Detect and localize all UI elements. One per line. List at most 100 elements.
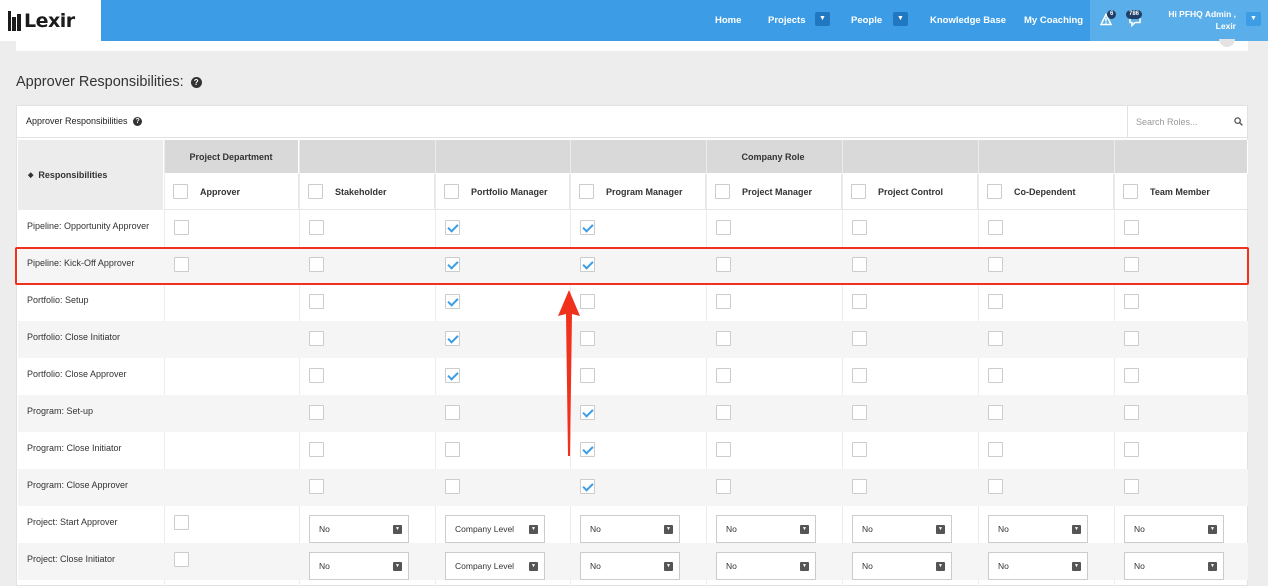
- role-level-select[interactable]: No ▼: [580, 552, 680, 580]
- select-all-checkbox[interactable]: [173, 184, 188, 199]
- responsibility-checkbox[interactable]: [1124, 479, 1139, 494]
- responsibility-checkbox[interactable]: [1124, 331, 1139, 346]
- responsibility-checkbox[interactable]: [988, 405, 1003, 420]
- responsibility-checkbox[interactable]: [309, 479, 324, 494]
- responsibility-checkbox[interactable]: [716, 368, 731, 383]
- responsibility-checkbox[interactable]: [309, 257, 324, 272]
- select-all-checkbox[interactable]: [444, 184, 459, 199]
- responsibility-checkbox[interactable]: [852, 442, 867, 457]
- responsibility-checkbox[interactable]: [852, 294, 867, 309]
- responsibility-checkbox[interactable]: [445, 220, 460, 235]
- nav-projects[interactable]: Projects: [768, 0, 806, 41]
- responsibility-checkbox[interactable]: [852, 220, 867, 235]
- role-level-select[interactable]: No ▼: [1124, 552, 1224, 580]
- responsibility-checkbox[interactable]: [852, 405, 867, 420]
- nav-my-coaching[interactable]: My Coaching: [1024, 0, 1083, 41]
- role-level-select[interactable]: No ▼: [716, 515, 816, 543]
- select-all-checkbox[interactable]: [579, 184, 594, 199]
- select-all-checkbox[interactable]: [987, 184, 1002, 199]
- responsibility-checkbox[interactable]: [309, 294, 324, 309]
- responsibility-checkbox[interactable]: [309, 368, 324, 383]
- user-greeting[interactable]: Hi PFHQ Admin ,: [1168, 9, 1236, 19]
- responsibility-checkbox[interactable]: [1124, 294, 1139, 309]
- role-level-select[interactable]: No ▼: [309, 515, 409, 543]
- responsibility-checkbox[interactable]: [580, 257, 595, 272]
- role-level-select[interactable]: No ▼: [852, 515, 952, 543]
- nav-knowledge-base[interactable]: Knowledge Base: [930, 0, 1006, 41]
- nav-people[interactable]: People: [851, 0, 882, 41]
- people-dropdown-icon[interactable]: ▼: [893, 12, 908, 26]
- responsibility-checkbox[interactable]: [988, 220, 1003, 235]
- column-header-label: Project Manager: [742, 186, 813, 197]
- responsibility-checkbox[interactable]: [716, 220, 731, 235]
- responsibility-checkbox[interactable]: [580, 442, 595, 457]
- responsibility-checkbox[interactable]: [1124, 220, 1139, 235]
- responsibility-checkbox[interactable]: [580, 368, 595, 383]
- role-level-select[interactable]: No ▼: [852, 552, 952, 580]
- responsibility-checkbox[interactable]: [445, 257, 460, 272]
- responsibility-checkbox[interactable]: [309, 442, 324, 457]
- responsibility-checkbox[interactable]: [309, 405, 324, 420]
- help-icon[interactable]: ?: [190, 77, 202, 88]
- role-level-select[interactable]: No ▼: [716, 552, 816, 580]
- role-level-select[interactable]: No ▼: [580, 515, 680, 543]
- lexir-logo[interactable]: Lexir: [0, 0, 101, 41]
- role-level-select[interactable]: No ▼: [988, 515, 1088, 543]
- responsibility-checkbox[interactable]: [852, 331, 867, 346]
- user-company[interactable]: Lexir: [1216, 21, 1236, 31]
- responsibility-checkbox[interactable]: [309, 220, 324, 235]
- responsibility-checkbox[interactable]: [716, 331, 731, 346]
- responsibility-checkbox[interactable]: [988, 442, 1003, 457]
- select-all-checkbox[interactable]: [851, 184, 866, 199]
- responsibility-checkbox[interactable]: [445, 294, 460, 309]
- select-all-checkbox[interactable]: [1123, 184, 1138, 199]
- responsibility-checkbox[interactable]: [445, 479, 460, 494]
- responsibility-checkbox[interactable]: [716, 479, 731, 494]
- search-roles-input[interactable]: [1128, 106, 1228, 137]
- role-level-select[interactable]: Company Level ▼: [445, 515, 545, 543]
- panel-help-icon[interactable]: ?: [133, 117, 143, 126]
- nav-home[interactable]: Home: [715, 0, 741, 41]
- responsibility-checkbox[interactable]: [1124, 405, 1139, 420]
- approver-checkbox[interactable]: [174, 552, 189, 567]
- responsibility-checkbox[interactable]: [988, 257, 1003, 272]
- responsibility-checkbox[interactable]: [580, 331, 595, 346]
- responsibility-checkbox[interactable]: [1124, 442, 1139, 457]
- approver-checkbox[interactable]: [174, 515, 189, 530]
- responsibility-checkbox[interactable]: [580, 294, 595, 309]
- responsibility-checkbox[interactable]: [445, 368, 460, 383]
- projects-dropdown-icon[interactable]: ▼: [815, 12, 830, 26]
- responsibility-checkbox[interactable]: [988, 368, 1003, 383]
- responsibility-checkbox[interactable]: [445, 442, 460, 457]
- select-arrow-icon: ▼: [800, 525, 809, 534]
- search-icon[interactable]: [1234, 117, 1243, 126]
- role-level-select[interactable]: Company Level ▼: [445, 552, 545, 580]
- role-level-select[interactable]: No ▼: [988, 552, 1088, 580]
- responsibilities-header[interactable]: ◆ Responsibilities: [18, 140, 164, 210]
- responsibility-checkbox[interactable]: [716, 257, 731, 272]
- role-level-select[interactable]: No ▼: [309, 552, 409, 580]
- responsibility-checkbox[interactable]: [580, 405, 595, 420]
- responsibility-checkbox[interactable]: [852, 257, 867, 272]
- responsibility-checkbox[interactable]: [716, 405, 731, 420]
- responsibility-checkbox[interactable]: [445, 331, 460, 346]
- responsibility-checkbox[interactable]: [716, 442, 731, 457]
- role-level-select[interactable]: No ▼: [1124, 515, 1224, 543]
- select-all-checkbox[interactable]: [715, 184, 730, 199]
- responsibility-checkbox[interactable]: [716, 294, 731, 309]
- select-all-checkbox[interactable]: [308, 184, 323, 199]
- responsibility-checkbox[interactable]: [1124, 368, 1139, 383]
- responsibility-checkbox[interactable]: [988, 331, 1003, 346]
- responsibility-checkbox[interactable]: [174, 257, 189, 272]
- responsibility-checkbox[interactable]: [852, 479, 867, 494]
- responsibility-checkbox[interactable]: [174, 220, 189, 235]
- user-menu-dropdown-icon[interactable]: ▼: [1246, 12, 1261, 26]
- responsibility-checkbox[interactable]: [580, 220, 595, 235]
- responsibility-checkbox[interactable]: [1124, 257, 1139, 272]
- responsibility-checkbox[interactable]: [988, 479, 1003, 494]
- responsibility-checkbox[interactable]: [445, 405, 460, 420]
- responsibility-checkbox[interactable]: [988, 294, 1003, 309]
- responsibility-checkbox[interactable]: [580, 479, 595, 494]
- responsibility-checkbox[interactable]: [852, 368, 867, 383]
- responsibility-checkbox[interactable]: [309, 331, 324, 346]
